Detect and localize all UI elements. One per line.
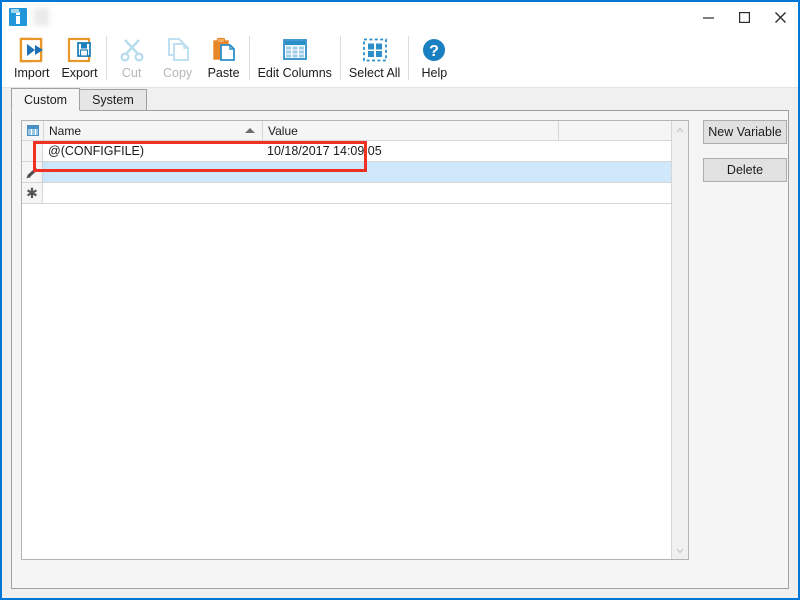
tab-strip: Custom System [2,88,798,110]
window-title [34,8,49,26]
export-icon [66,35,94,65]
maximize-icon[interactable] [726,2,762,32]
toolbar-label-select-all: Select All [349,66,400,80]
chevron-down-icon[interactable] [672,542,689,559]
app-info-icon [9,8,27,26]
asterisk-new-row-icon: ✱ [26,188,38,198]
table-row[interactable]: ✱ [22,183,671,204]
help-question-icon: ? [421,35,447,65]
row-header-indicator[interactable] [22,141,43,161]
cell-value[interactable] [262,162,558,182]
grid-main: Name Value @(CONFIGFILE) 10/18/2017 14: [22,121,671,559]
column-header-value[interactable]: Value [263,121,559,140]
side-button-panel: New Variable Delete [703,120,789,196]
close-icon[interactable] [762,2,798,32]
application-window: Import Export [0,0,800,600]
cell-name[interactable] [43,162,262,182]
cell-extra[interactable] [558,141,671,161]
window-controls [690,2,798,32]
variables-data-grid[interactable]: Name Value @(CONFIGFILE) 10/18/2017 14: [21,120,689,560]
row-header-indicator[interactable] [22,162,43,182]
toolbar-button-help[interactable]: ? Help [411,32,457,86]
cell-value[interactable]: 10/18/2017 14:09:05 [262,141,558,161]
minimize-icon[interactable] [690,2,726,32]
column-header-name[interactable]: Name [44,121,263,140]
grid-body: @(CONFIGFILE) 10/18/2017 14:09:05 [22,141,671,559]
scrollbar-track[interactable] [672,138,689,542]
cell-value[interactable] [262,183,558,203]
toolbar-separator [249,36,250,80]
toolbar-label-import: Import [14,66,49,80]
sort-ascending-icon [245,128,255,133]
table-row[interactable]: @(CONFIGFILE) 10/18/2017 14:09:05 [22,141,671,162]
grid-vertical-scrollbar[interactable] [671,121,688,559]
toolbar-button-import[interactable]: Import [8,32,55,86]
toolbar-button-copy[interactable]: Copy [155,32,201,86]
tab-page-custom: Name Value @(CONFIGFILE) 10/18/2017 14: [11,110,789,589]
toolbar-button-cut[interactable]: Cut [109,32,155,86]
toolbar-button-select-all[interactable]: Select All [343,32,406,86]
paste-icon [211,35,237,65]
toolbar-separator [340,36,341,80]
toolbar-button-edit-columns[interactable]: Edit Columns [252,32,338,86]
tab-system[interactable]: System [79,89,147,110]
table-row[interactable] [22,162,671,183]
toolbar-separator [106,36,107,80]
toolbar-label-copy: Copy [163,66,192,80]
toolbar-button-paste[interactable]: Paste [201,32,247,86]
toolbar-label-paste: Paste [208,66,240,80]
grid-select-all-corner[interactable] [22,121,44,140]
table-icon [281,35,309,65]
pencil-edit-icon [26,166,39,179]
grid-corner-icon [27,125,39,136]
toolbar-label-export: Export [61,66,97,80]
scissors-icon [119,35,145,65]
cell-name[interactable] [43,183,262,203]
toolbar-label-help: Help [421,66,447,80]
cell-name[interactable]: @(CONFIGFILE) [43,141,262,161]
copy-icon [165,35,191,65]
toolbar-separator [408,36,409,80]
cell-extra[interactable] [558,183,671,203]
column-header-name-label: Name [49,124,81,138]
toolbar-label-edit-columns: Edit Columns [258,66,332,80]
tab-custom[interactable]: Custom [11,88,80,111]
select-all-icon [362,35,388,65]
toolbar-label-cut: Cut [122,66,141,80]
delete-button[interactable]: Delete [703,158,787,182]
title-bar[interactable] [2,2,798,32]
toolbar: Import Export [2,32,798,88]
new-variable-button[interactable]: New Variable [703,120,787,144]
import-icon [18,35,46,65]
column-header-blank[interactable] [559,121,671,140]
column-header-value-label: Value [268,124,298,138]
svg-text:?: ? [429,43,439,60]
grid-header-row: Name Value [22,121,671,141]
row-header-indicator[interactable]: ✱ [22,183,43,203]
cell-extra[interactable] [558,162,671,182]
toolbar-button-export[interactable]: Export [55,32,103,86]
chevron-up-icon[interactable] [672,121,689,138]
